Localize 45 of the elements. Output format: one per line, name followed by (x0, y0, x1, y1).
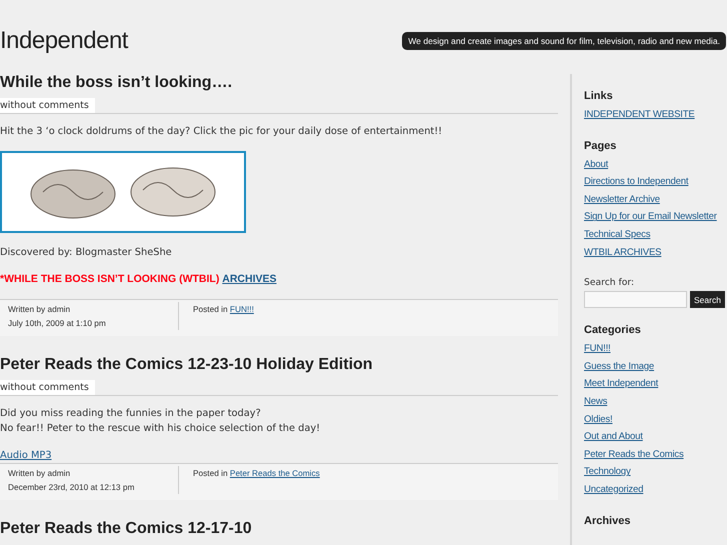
search-button[interactable]: Search (690, 291, 725, 308)
search-label: Search for: (584, 277, 636, 288)
sidebar-link[interactable]: Peter Reads the Comics (584, 448, 684, 460)
sidebar-link[interactable]: Technology (584, 466, 631, 478)
widget-heading: Archives (584, 514, 632, 526)
search-field[interactable] (584, 291, 687, 308)
widget-heading: Categories (584, 324, 642, 336)
author-text: Written by admin (8, 467, 72, 480)
category-link[interactable]: Peter Reads the Comics (230, 468, 320, 478)
post-date: July 10th, 2009 at 1:10 pm (8, 317, 107, 330)
sidebar-link[interactable]: Newsletter Archive (584, 194, 660, 205)
posted-in-label: Posted in (193, 304, 228, 314)
sidebar-link[interactable]: Technical Specs (584, 228, 650, 240)
post-title[interactable]: While the boss isn’t looking…. (0, 74, 558, 92)
post-title[interactable]: Peter Reads the Comics 12-23-10 Holiday Edition (0, 356, 558, 374)
sidebar-link[interactable]: Oldies! (584, 414, 612, 425)
banner-image[interactable] (0, 151, 246, 233)
sidebar-link[interactable]: Sign Up for our Email Newsletter (584, 211, 717, 222)
sidebar-link[interactable]: FUN!!! (584, 343, 611, 354)
post-text: Hit the 3 ‘o clock doldrums of the day? Click the pic for your daily dose of entertainment!! (0, 125, 444, 139)
sidebar-link[interactable]: Meet Independent (584, 378, 658, 390)
sidebar-link[interactable]: Uncategorized (584, 484, 644, 495)
tagline-bubble: We design and create images and sound for film, television, radio and new media. (402, 32, 726, 50)
widget-heading: Links (584, 90, 614, 102)
sidebar-link[interactable]: News (584, 396, 608, 407)
author-text: Written by admin (8, 303, 72, 316)
sidebar-link[interactable]: About (584, 158, 608, 170)
post-date: December 23rd, 2010 at 12:13 pm (8, 481, 136, 494)
category-link[interactable]: FUN!!! (230, 304, 254, 314)
post-title[interactable]: Peter Reads the Comics 12-17-10 (0, 520, 558, 538)
posted-in-label: Posted in (193, 468, 228, 478)
sidebar-link[interactable]: INDEPENDENT WEBSITE (584, 109, 695, 120)
post-text: Discovered by: Blogmaster SheShe (0, 246, 173, 260)
sidebar-link[interactable]: Out and About (584, 431, 643, 442)
archives-link[interactable]: ARCHIVES (222, 273, 277, 285)
widget-heading: Pages (584, 140, 618, 152)
sidebar-link[interactable]: WTBIL ARCHIVES (584, 246, 662, 258)
post-text: Did you miss reading the funnies in the paper today? No fear!! Peter to the rescue with his choice selection of the day! (0, 407, 322, 436)
sidebar-link[interactable]: Directions to Independent (584, 176, 688, 188)
audio-link[interactable]: Audio MP3 (0, 450, 52, 461)
comments-label: without comments (0, 98, 95, 113)
notice-text: *WHILE THE BOSS ISN’T LOOKING (WTBIL) (0, 273, 220, 285)
comments-label: without comments (0, 380, 95, 395)
sidebar-link[interactable]: Guess the Image (584, 360, 654, 372)
site-title[interactable]: Independent (0, 27, 128, 55)
